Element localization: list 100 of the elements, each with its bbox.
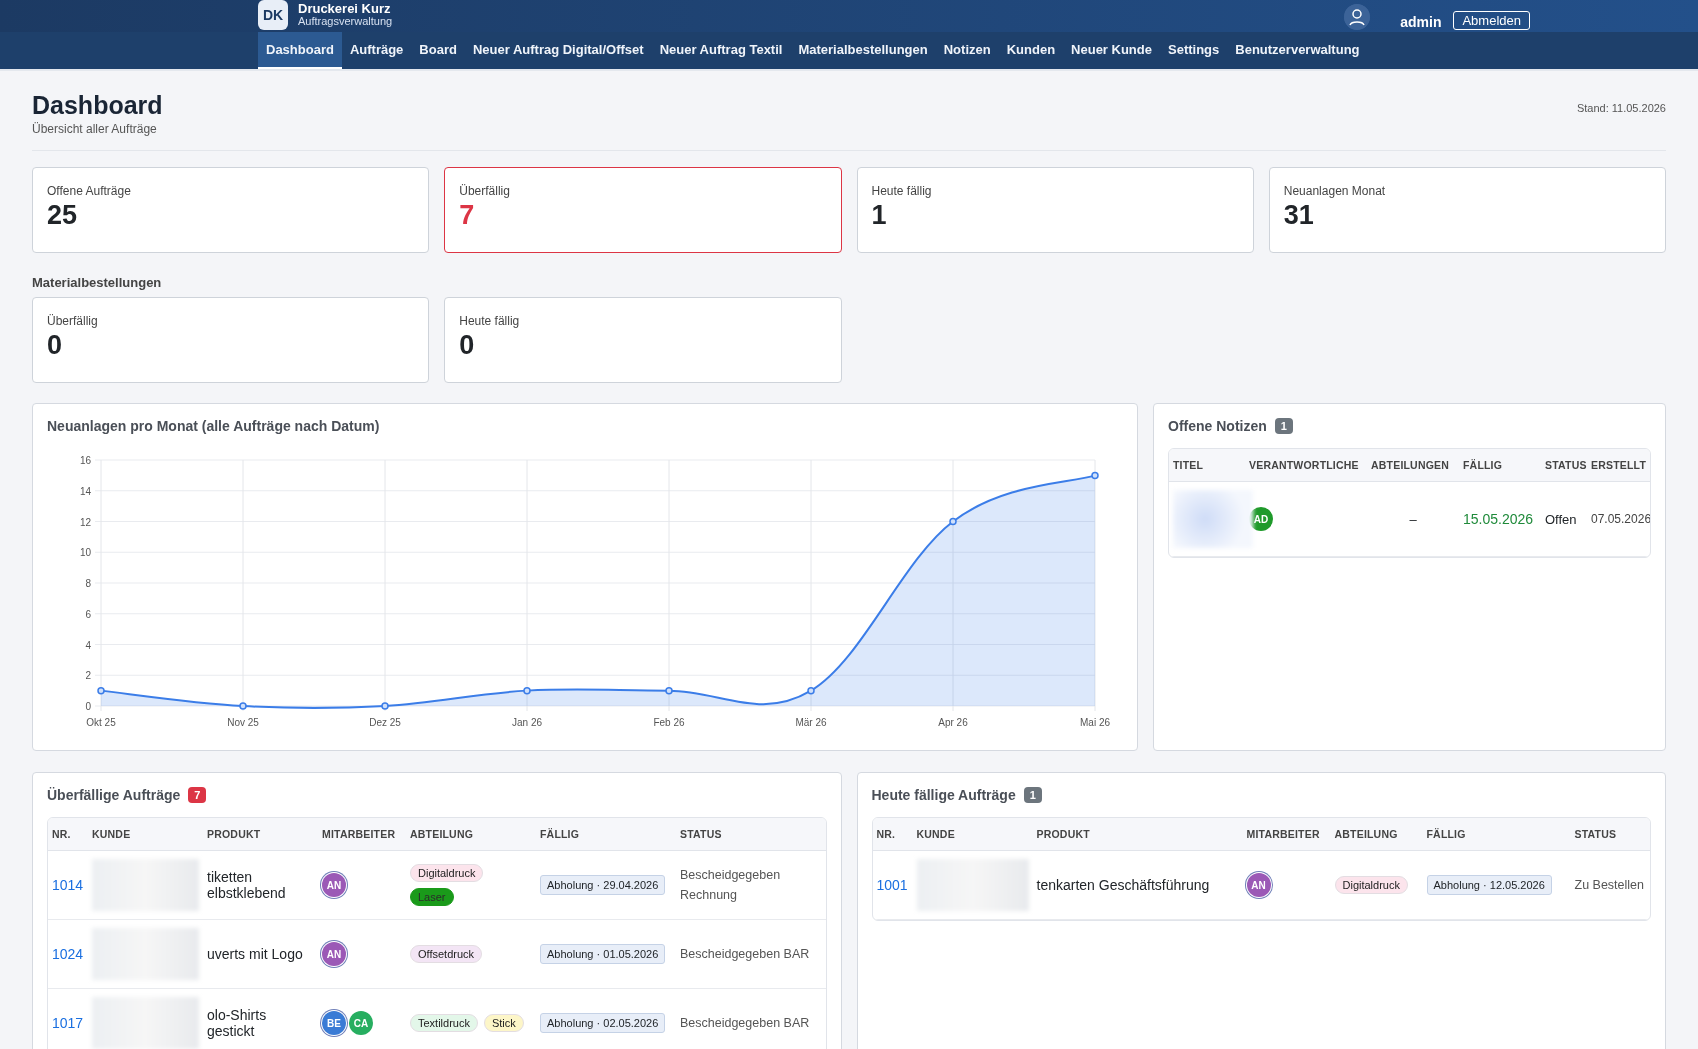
y-tick-label: 16	[79, 455, 91, 466]
status-text: Bescheidgegeben BAR	[680, 947, 810, 961]
count-badge: 7	[188, 787, 207, 803]
stat-value: 25	[47, 200, 79, 231]
order-number-link[interactable]: 1024	[52, 946, 84, 962]
column-header: ABTEILUNG	[1330, 818, 1423, 851]
nav-tab[interactable]: Neuer Auftrag Textil	[651, 32, 791, 69]
nav-tab[interactable]: Neuer Kunde	[1063, 32, 1160, 69]
data-point	[97, 686, 105, 695]
product-text: olo-Shirts gestickt	[207, 1007, 267, 1039]
brand-name: Druckerei Kurz	[298, 2, 392, 17]
data-point	[1091, 471, 1099, 480]
avatar: CA	[349, 1011, 373, 1035]
y-tick-label: 2	[85, 670, 91, 682]
card-title: Offene Notizen	[1168, 418, 1267, 434]
order-number-link[interactable]: 1014	[52, 877, 84, 893]
column-header: MITARBEITER	[1242, 818, 1331, 851]
nav-tab[interactable]: Kunden	[998, 32, 1064, 69]
status-text: Bescheidgegeben BAR	[680, 1016, 810, 1030]
x-tick-label: Mär 26	[795, 717, 827, 728]
card-title: Heute fällige Aufträge	[871, 787, 1016, 803]
stat-label: Heute fällig	[459, 314, 521, 328]
username: admin	[1400, 14, 1442, 30]
x-tick-label: Feb 26	[653, 717, 685, 728]
departments-cell: –	[1367, 481, 1459, 557]
stat-label: Neuanlagen Monat	[1283, 184, 1387, 198]
due-tag: Abholung · 01.05.2026	[540, 944, 666, 964]
data-point	[523, 686, 531, 695]
y-tick-label: 12	[79, 516, 91, 528]
logout-button[interactable]: Abmelden	[1453, 11, 1530, 30]
count-badge: 1	[1023, 787, 1042, 803]
department-tag: Digitaldruck	[1334, 876, 1408, 894]
stat-label: Überfällig	[47, 314, 99, 328]
status-text: Offen	[1541, 481, 1587, 557]
count-badge: 1	[1274, 418, 1293, 434]
y-tick-label: 4	[85, 639, 91, 651]
column-header: KUNDE	[88, 818, 203, 851]
logo: DK	[258, 0, 288, 30]
x-tick-label: Apr 26	[938, 717, 968, 728]
status-text: Bescheidgegeben Rechnung	[680, 868, 781, 902]
due-tag: Abholung · 02.05.2026	[540, 1013, 666, 1033]
nav-tab[interactable]: Benutzerverwaltung	[1227, 32, 1368, 69]
data-point	[381, 702, 389, 710]
column-header: STATUS	[1541, 449, 1587, 482]
stat-value: 31	[1283, 200, 1315, 231]
nav-tab[interactable]: Neuer Auftrag Digital/Offset	[464, 32, 652, 69]
column-header: STATUS	[1570, 818, 1650, 851]
x-tick-label: Nov 25	[227, 717, 259, 728]
column-header: ABTEILUNG	[406, 818, 536, 851]
product-text: tenkarten Geschäftsführung	[1036, 877, 1210, 893]
x-tick-label: Okt 25	[86, 717, 116, 728]
column-header: ERSTELLT	[1587, 449, 1650, 482]
page-title: Dashboard	[32, 91, 163, 120]
column-header: KUNDE	[912, 818, 1033, 851]
data-point	[949, 517, 957, 526]
column-header: ABTEILUNGEN	[1367, 449, 1459, 482]
nav-tab[interactable]: Dashboard	[258, 32, 342, 69]
department-tag: Digitaldruck	[410, 864, 484, 882]
stat-value: 1	[871, 200, 888, 231]
data-point	[239, 702, 247, 710]
order-number-link[interactable]: 1017	[52, 1015, 84, 1031]
order-number-link[interactable]: 1001	[876, 877, 908, 893]
due-tag: Abholung · 29.04.2026	[540, 875, 666, 895]
column-header: NR.	[872, 818, 913, 851]
column-header: NR.	[48, 818, 88, 851]
product-text: uverts mit Logo	[207, 946, 303, 962]
y-tick-label: 10	[79, 547, 91, 559]
brand-subtitle: Auftragsverwaltung	[298, 16, 393, 28]
status-text: Zu Bestellen	[1574, 878, 1644, 892]
stat-label: Überfällig	[459, 184, 511, 198]
x-tick-label: Mai 26	[1080, 717, 1110, 728]
avatar: BE	[322, 1011, 346, 1035]
department-tag: Textildruck	[410, 1014, 478, 1032]
due-tag: Abholung · 12.05.2026	[1426, 875, 1552, 895]
due-date: 15.05.2026	[1459, 481, 1541, 557]
column-header: MITARBEITER	[318, 818, 406, 851]
column-header: TITEL	[1169, 449, 1245, 482]
column-header: PRODUKT	[203, 818, 318, 851]
avatar: AN	[1246, 873, 1271, 897]
x-tick-label: Dez 25	[369, 717, 401, 728]
x-tick-label: Jan 26	[512, 717, 542, 728]
nav-tab[interactable]: Settings	[1160, 32, 1228, 69]
data-point	[807, 686, 815, 695]
nav-tab[interactable]: Board	[411, 32, 465, 69]
data-point	[665, 686, 673, 695]
column-header: STATUS	[676, 818, 826, 851]
stat-value: 7	[459, 200, 476, 231]
stat-value: 0	[47, 330, 64, 361]
stat-label: Offene Aufträge	[47, 184, 132, 198]
column-header: FÄLLIG	[536, 818, 676, 851]
column-header: VERANTWORTLICHE	[1245, 449, 1367, 482]
y-tick-label: 0	[85, 701, 91, 712]
y-tick-label: 14	[79, 485, 91, 497]
chart-title: Neuanlagen pro Monat (alle Aufträge nach Datum)	[47, 418, 380, 434]
stat-value: 0	[459, 330, 476, 361]
section-heading: Materialbestellungen	[32, 275, 163, 290]
nav-tab[interactable]: Notizen	[935, 32, 999, 69]
nav-tab[interactable]: Materialbestellungen	[790, 32, 936, 69]
nav-tab[interactable]: Aufträge	[341, 32, 412, 69]
department-tag: Stick	[483, 1014, 524, 1032]
